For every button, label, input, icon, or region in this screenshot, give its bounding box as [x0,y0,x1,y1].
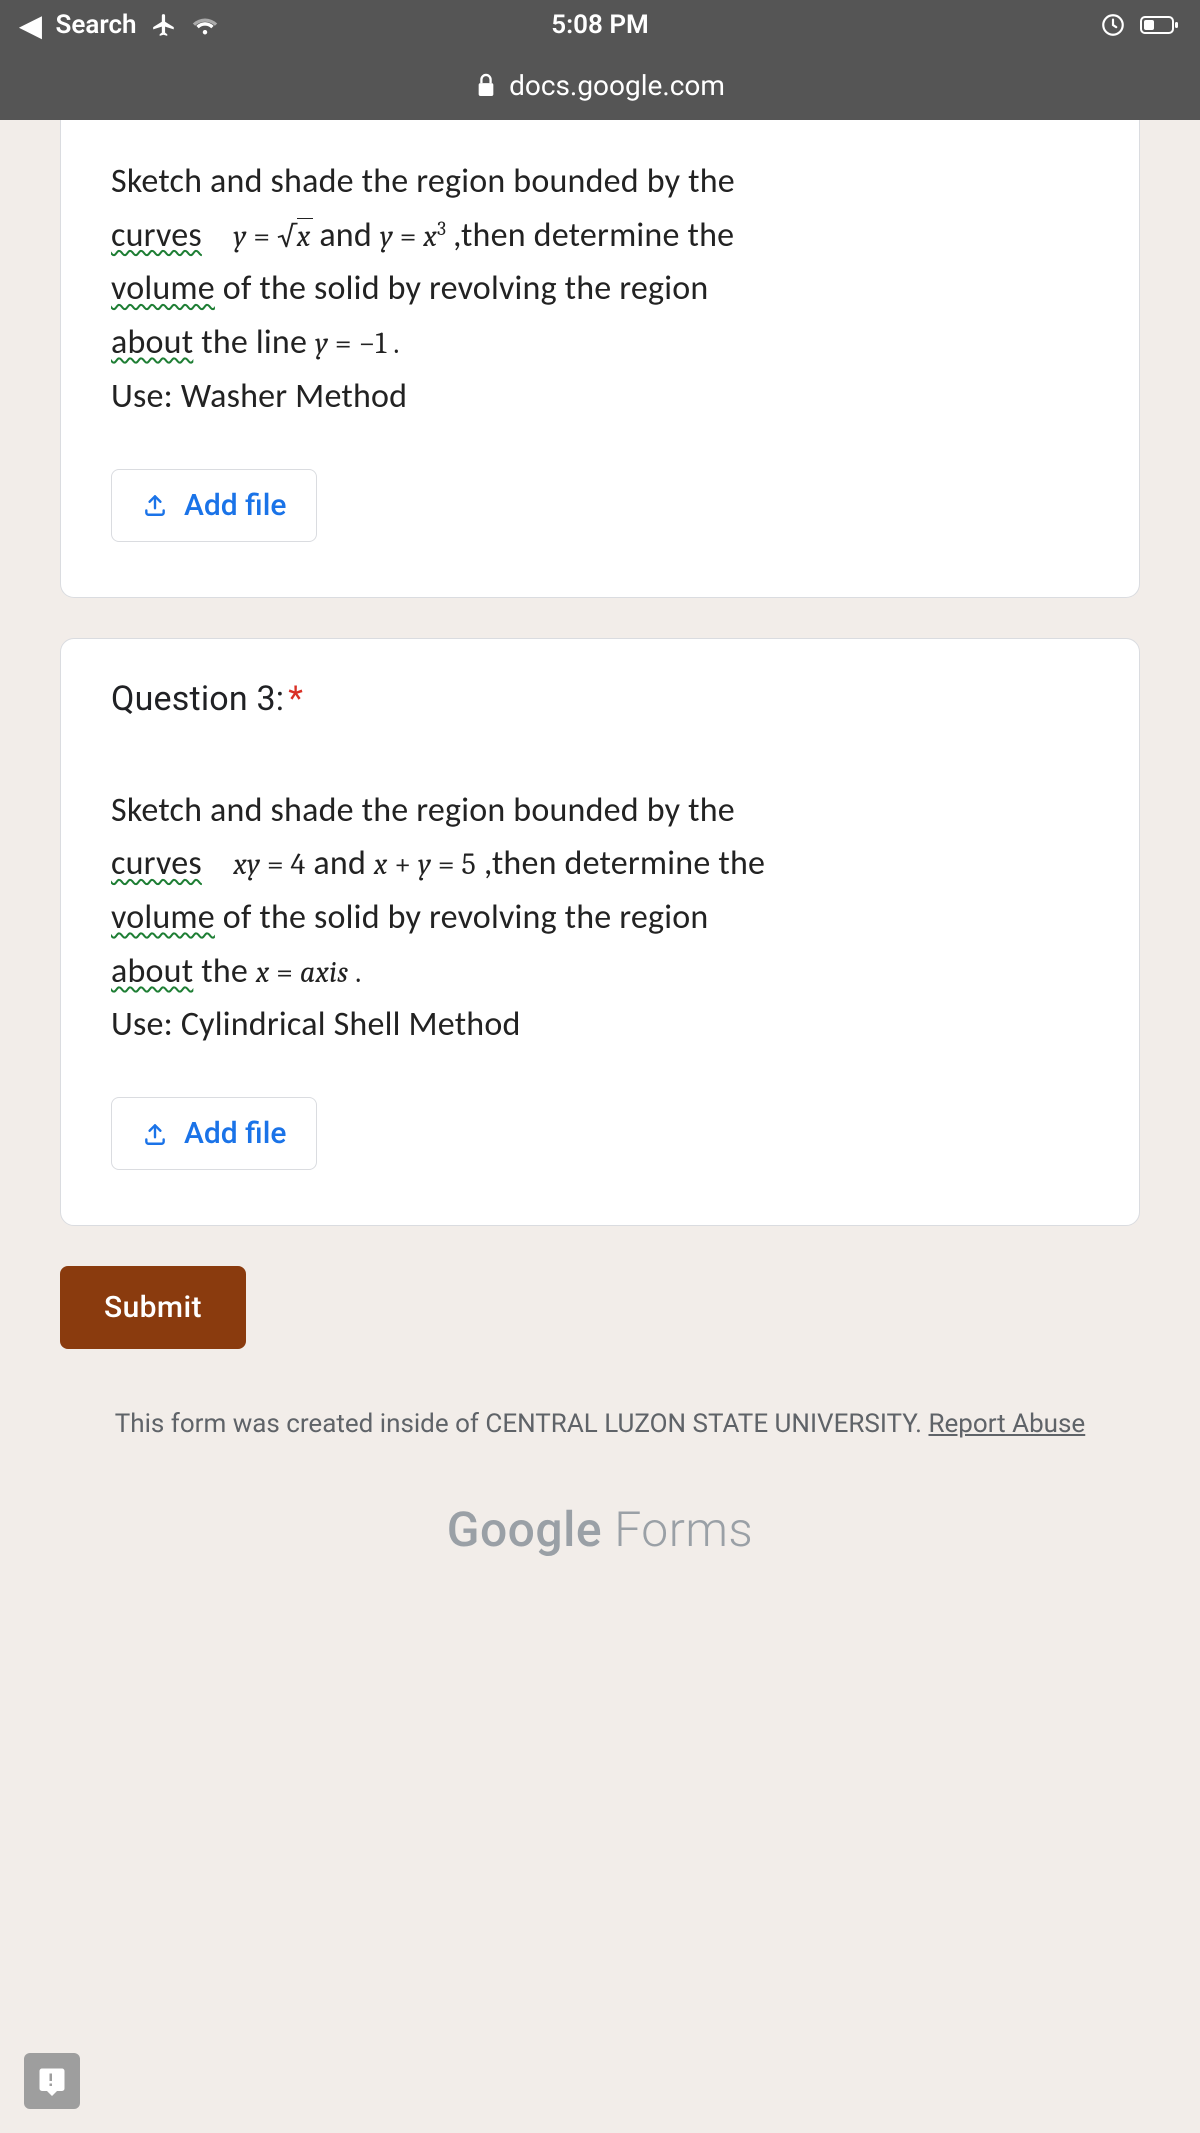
q3-line3: volume of the solid by revolving the reg… [111,891,1089,945]
back-caret-icon: ◀ [20,9,42,42]
question-3-body: Sketch and shade the region bounded by t… [111,784,1089,1053]
q3-equation-3: x = axis . [256,955,362,990]
q2-volume-word: volume [111,268,215,309]
status-bar-left[interactable]: ◀ Search [20,9,219,42]
q3-and: and [313,843,374,884]
question-card-2: Sketch and shade the region bounded by t… [60,120,1140,598]
q3-line2: curves xy = 4 and x + y = 5 ,then determ… [111,837,1089,891]
q2-line3: volume of the solid by revolving the reg… [111,262,1089,316]
q3-after-eq2: ,then determine the [484,843,765,884]
add-file-label: Add file [184,488,286,523]
ios-status-bar: ◀ Search 5:08 PM [0,0,1200,50]
add-file-button-q3[interactable]: Add file [111,1097,317,1170]
submit-button[interactable]: Submit [60,1266,246,1349]
logo-forms: Forms [602,1501,753,1558]
q3-line4: about the x = axis . [111,945,1089,999]
required-asterisk: * [288,679,303,719]
back-app-label: Search [56,10,137,40]
q3-about-word: about [111,951,193,992]
orientation-lock-icon [1100,12,1126,38]
add-file-button-q2[interactable]: Add file [111,469,317,542]
browser-url-bar[interactable]: docs.google.com [0,50,1200,120]
feedback-button[interactable] [24,2053,80,2109]
question-card-3: Question 3:* Sketch and shade the region… [60,638,1140,1227]
q2-after-eq2: ,then determine the [453,215,734,256]
q3-method: Use: Cylindrical Shell Method [111,998,1089,1052]
q2-equation-1: y = √x [233,218,319,254]
q2-equation-2: y = x3 [380,219,453,254]
q2-equation-3: y = −1 . [315,326,400,361]
q3-equation-2: x + y = 5 [374,847,476,882]
q2-about-word: about [111,322,193,363]
google-forms-logo[interactable]: Google Forms [60,1501,1140,1558]
q3-equation-1: xy = 4 [233,847,305,882]
add-file-label: Add file [184,1116,286,1151]
upload-icon [142,1121,168,1147]
q3-curves-word: curves [111,843,202,884]
form-page: Sketch and shade the region bounded by t… [0,120,1200,2133]
q2-method: Use: Washer Method [111,370,1089,424]
url-domain-text: docs.google.com [509,69,725,102]
q2-curves-word: curves [111,215,202,256]
q3-line1: Sketch and shade the region bounded by t… [111,784,1089,838]
footer-text: This form was created inside of CENTRAL … [115,1409,929,1439]
report-abuse-link[interactable]: Report Abuse [928,1409,1085,1439]
lock-icon [475,72,497,98]
logo-google: Google [447,1501,602,1558]
q2-line1: Sketch and shade the region bounded by t… [111,155,1089,209]
upload-icon [142,492,168,518]
form-footer-note: This form was created inside of CENTRAL … [60,1404,1140,1446]
wifi-icon [191,14,219,36]
question-2-body: Sketch and shade the region bounded by t… [111,155,1089,424]
status-bar-right [1100,12,1180,38]
q3-volume-word: volume [111,897,215,938]
question-3-title: Question 3:* [111,679,1089,719]
q2-and: and [319,215,380,256]
feedback-icon [37,2066,67,2096]
airplane-mode-icon [151,12,177,38]
battery-icon [1140,15,1180,35]
q2-line4: about the line y = −1 . [111,316,1089,370]
q2-line2: curves y = √x and y = x3 ,then determine… [111,209,1089,263]
